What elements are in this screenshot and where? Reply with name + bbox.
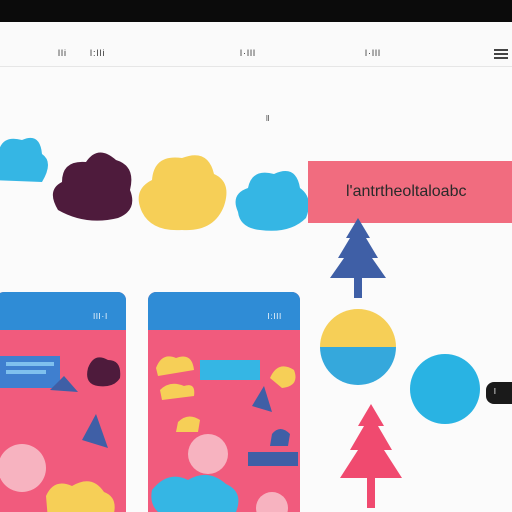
- card-header-label: lll·l: [93, 312, 108, 321]
- card-illustration: [0, 356, 121, 512]
- scroll-handle-label: l: [494, 387, 496, 396]
- top-bar: lli l:lli l·lll l·lll: [0, 22, 512, 67]
- tree-icon-navy[interactable]: [328, 218, 388, 304]
- card-illustration: [151, 356, 298, 512]
- banner-text: l'antrtheoltaloabc: [346, 183, 467, 200]
- preview-card-1[interactable]: lll·l: [0, 292, 126, 512]
- cloud-icon-yellow[interactable]: [132, 140, 232, 235]
- preview-card-2[interactable]: l:lll: [148, 292, 300, 512]
- nav-item-3[interactable]: l·lll: [240, 48, 256, 58]
- cloud-icon-blue-2[interactable]: [230, 158, 312, 236]
- nav-item-2[interactable]: l:lli: [90, 48, 106, 58]
- cloud-icon-plum[interactable]: [46, 140, 136, 230]
- circle-icon-blue[interactable]: [408, 352, 482, 426]
- scroll-handle[interactable]: l: [486, 382, 512, 404]
- section-label: ll: [266, 114, 270, 123]
- headline-banner: l'antrtheoltaloabc: [308, 161, 512, 223]
- nav-item-4[interactable]: l·lll: [365, 48, 381, 58]
- card-header: l:lll: [148, 292, 300, 330]
- menu-icon[interactable]: [494, 48, 508, 60]
- tree-icon-pink[interactable]: [336, 404, 406, 512]
- cloud-icon-blue[interactable]: [0, 122, 50, 202]
- app-screen: lli l:lli l·lll l·lll ll l'antrtheoltalo…: [0, 22, 512, 512]
- half-circle-icon[interactable]: [318, 307, 398, 387]
- card-header-label: l:lll: [267, 312, 282, 321]
- card-header: lll·l: [0, 292, 126, 330]
- nav-item-1[interactable]: lli: [58, 48, 67, 58]
